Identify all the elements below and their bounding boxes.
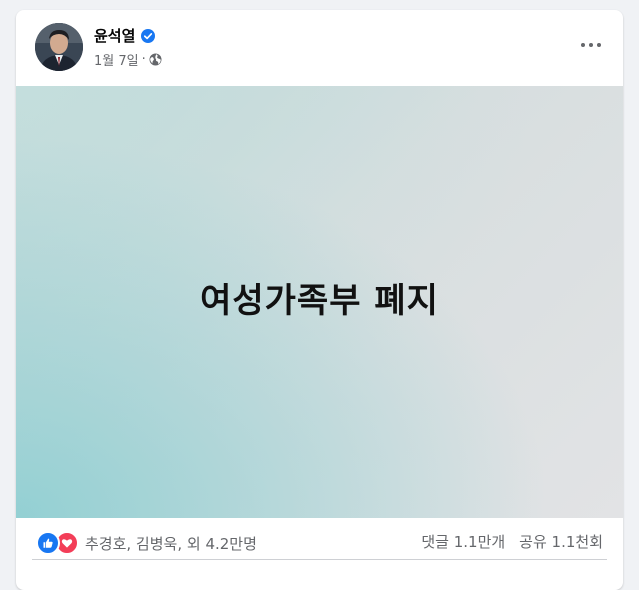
- author-name[interactable]: 윤석열: [94, 25, 135, 46]
- post-image-text: 여성가족부 폐지: [200, 280, 439, 321]
- author-row: 윤석열: [94, 24, 156, 46]
- avatar-image: [35, 23, 83, 71]
- dot-icon: [581, 43, 585, 47]
- post-date[interactable]: 1월 7일: [94, 50, 139, 69]
- comments-count[interactable]: 댓글 1.1만개: [421, 531, 505, 552]
- avatar[interactable]: [35, 23, 83, 71]
- globe-icon[interactable]: [149, 53, 162, 66]
- verified-badge-icon: [141, 28, 156, 43]
- post-footer: 추경호, 김병욱, 외 4.2만명 댓글 1.1만개 공유 1.1천회: [16, 518, 623, 564]
- reactions-summary[interactable]: 추경호, 김병욱, 외 4.2만명: [36, 531, 257, 555]
- dot-icon: [589, 43, 593, 47]
- dot-icon: [597, 43, 601, 47]
- post-image[interactable]: 여성가족부 폐지: [16, 86, 623, 518]
- post-card: 윤석열 1월 7일 · 여성가족부 폐지 추경호, 김병욱, 외 4.2만명 댓…: [16, 10, 623, 590]
- post-meta: 1월 7일 ·: [94, 50, 162, 69]
- like-icon: [36, 531, 60, 555]
- meta-separator: ·: [141, 51, 146, 67]
- post-stats: 댓글 1.1만개 공유 1.1천회: [421, 531, 603, 552]
- reaction-names[interactable]: 추경호, 김병욱, 외 4.2만명: [85, 533, 257, 554]
- footer-divider: [32, 559, 607, 560]
- shares-count[interactable]: 공유 1.1천회: [519, 531, 603, 552]
- post-header: 윤석열 1월 7일 ·: [16, 10, 623, 86]
- more-options-button[interactable]: [573, 32, 609, 58]
